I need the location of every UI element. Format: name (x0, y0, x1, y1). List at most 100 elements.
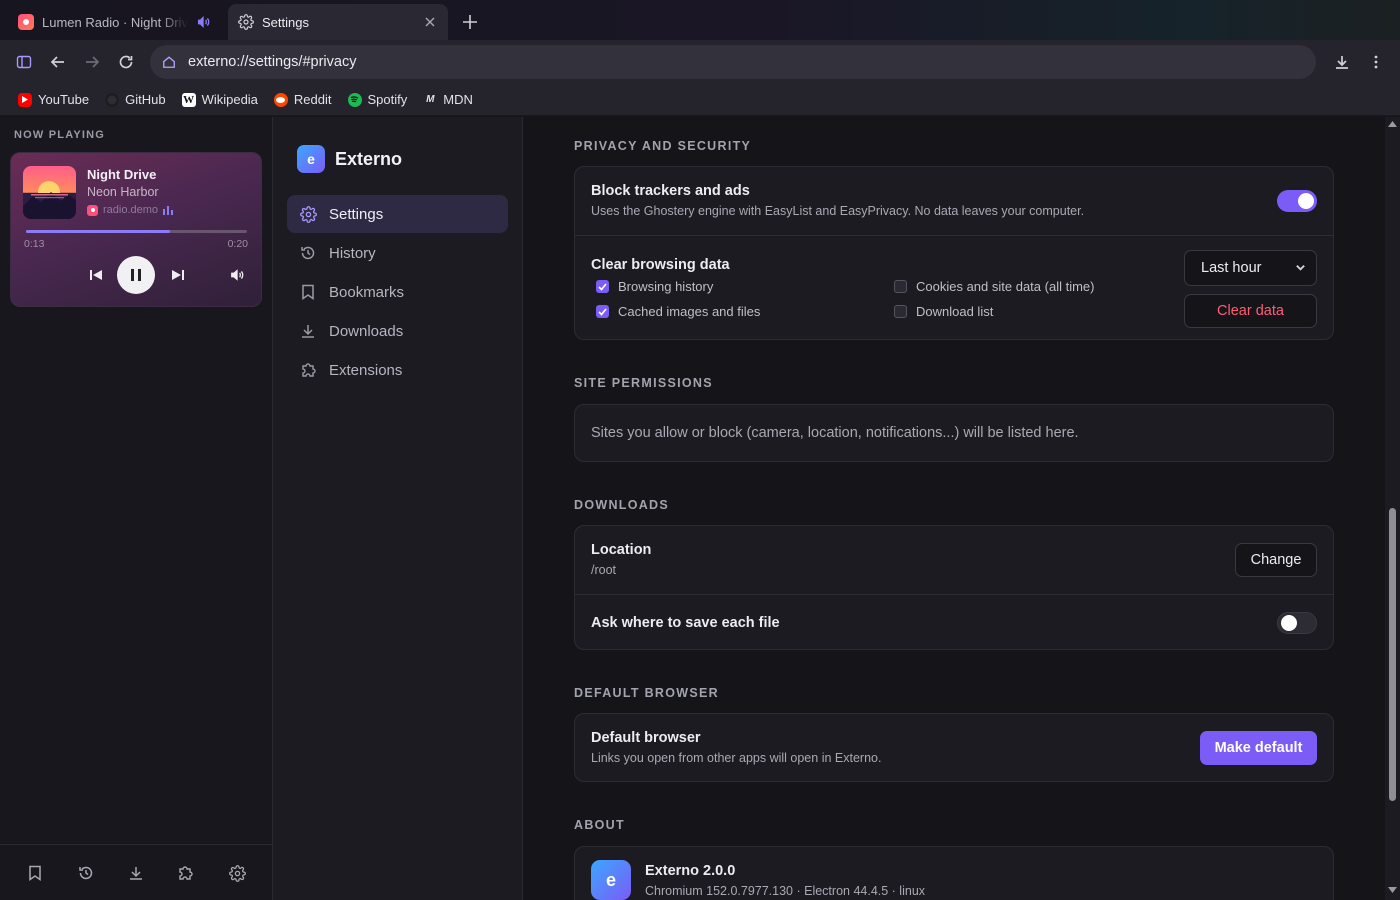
bookmark-reddit[interactable]: Reddit (273, 92, 332, 107)
address-bar[interactable]: externo://settings/#privacy (150, 45, 1316, 79)
scroll-down-icon[interactable] (1388, 887, 1397, 893)
nav-label: History (329, 244, 376, 262)
bookmark-label: Reddit (293, 92, 332, 107)
back-arrow-icon[interactable] (46, 50, 70, 74)
history-icon[interactable] (76, 863, 96, 883)
history-icon (299, 244, 317, 262)
location-row: Location /root Change (575, 526, 1333, 594)
media-player-card: Night Drive Neon Harbor radio.demo 0:13 … (10, 152, 262, 307)
download-icon[interactable] (126, 863, 146, 883)
bookmark-icon (299, 283, 317, 301)
tab-title: Lumen Radio · Night Drive (42, 14, 188, 30)
settings-content: PRIVACY AND SECURITY Block trackers and … (523, 117, 1385, 900)
bookmark-mdn[interactable]: M MDN (423, 92, 473, 107)
nav-label: Extensions (329, 361, 403, 379)
nav-item-downloads[interactable]: Downloads (287, 312, 508, 350)
album-art (23, 166, 76, 219)
volume-icon[interactable] (229, 267, 245, 283)
bookmark-label: GitHub (125, 92, 166, 107)
about-card: e Externo 2.0.0 Chromium 152.0.7977.130 … (574, 846, 1334, 900)
scrollbar-thumb[interactable] (1389, 508, 1396, 801)
section-title-site-permissions: SITE PERMISSIONS (574, 376, 713, 390)
next-track-icon[interactable] (170, 267, 186, 283)
tab-lumen-radio[interactable]: Lumen Radio · Night Drive (8, 4, 220, 40)
lumen-radio-icon (87, 204, 98, 216)
block-trackers-title: Block trackers and ads (591, 183, 750, 199)
nav-item-settings[interactable]: Settings (287, 195, 508, 233)
new-tab-button[interactable] (458, 10, 482, 34)
default-browser-card: Default browser Links you open from othe… (574, 713, 1334, 782)
sidebar-toggle-icon[interactable] (12, 50, 36, 74)
reload-icon[interactable] (114, 50, 138, 74)
externo-logo: e (591, 860, 631, 900)
side-panel-footer (0, 844, 272, 900)
checkbox-label: Download list (916, 304, 994, 319)
nav-item-history[interactable]: History (287, 234, 508, 272)
time-range-select[interactable]: Last hour (1184, 250, 1317, 286)
checkbox-browsing-history[interactable]: Browsing history (596, 279, 713, 294)
mdn-icon: M (426, 94, 435, 105)
change-location-button[interactable]: Change (1235, 543, 1317, 577)
now-playing-header: NOW PLAYING (14, 129, 106, 141)
puzzle-icon (299, 361, 317, 379)
source-label: radio.demo (103, 204, 159, 216)
section-title-privacy: PRIVACY AND SECURITY (574, 139, 752, 153)
side-panel: NOW PLAYING Night Drive Neon Harbor radi… (0, 117, 273, 900)
content-scrollbar[interactable] (1385, 117, 1400, 900)
check-icon (596, 280, 609, 293)
nav-item-bookmarks[interactable]: Bookmarks (287, 273, 508, 311)
tab-settings[interactable]: Settings (228, 4, 448, 40)
checkbox-download-list[interactable]: Download list (894, 304, 993, 319)
make-default-button[interactable]: Make default (1200, 731, 1317, 765)
bookmark-youtube[interactable]: YouTube (18, 92, 89, 107)
home-icon (162, 55, 176, 69)
ask-save-toggle[interactable] (1277, 612, 1317, 634)
location-path: /root (591, 563, 617, 577)
bookmark-wikipedia[interactable]: W Wikipedia (181, 92, 258, 107)
section-title-downloads: DOWNLOADS (574, 498, 670, 512)
bookmark-label: Wikipedia (201, 92, 258, 107)
close-icon[interactable] (422, 14, 438, 30)
bookmark-icon[interactable] (25, 863, 45, 883)
bookmark-spotify[interactable]: Spotify (347, 92, 407, 107)
scroll-up-icon[interactable] (1388, 121, 1397, 127)
speaker-icon[interactable] (196, 15, 210, 29)
bookmark-github[interactable]: GitHub (105, 92, 166, 107)
playback-progress[interactable] (26, 230, 247, 233)
checkbox-cached-images[interactable]: Cached images and files (596, 304, 760, 319)
clear-data-button[interactable]: Clear data (1184, 294, 1317, 328)
default-browser-description: Links you open from other apps will open… (591, 751, 882, 765)
location-title: Location (591, 542, 652, 558)
forward-arrow-icon[interactable] (80, 50, 104, 74)
menu-kebab-icon[interactable] (1364, 50, 1388, 74)
equalizer-icon (163, 205, 174, 215)
checkbox-cookies[interactable]: Cookies and site data (all time) (894, 279, 1094, 294)
about-app-name: Externo 2.0.0 (645, 863, 736, 879)
brand: e Externo (297, 145, 402, 173)
check-icon (596, 305, 609, 318)
track-artist: Neon Harbor (87, 185, 159, 199)
track-source: radio.demo (87, 204, 174, 216)
url-text[interactable]: externo://settings/#privacy (188, 54, 356, 70)
nav-item-extensions[interactable]: Extensions (287, 351, 508, 389)
chevron-down-icon (1295, 262, 1306, 273)
downloads-card: Location /root Change Ask where to save … (574, 525, 1334, 650)
checkbox-box (894, 305, 907, 318)
download-icon[interactable] (1330, 50, 1354, 74)
checkbox-box (894, 280, 907, 293)
gear-icon[interactable] (227, 863, 247, 883)
externo-logo: e (297, 145, 325, 173)
block-trackers-description: Uses the Ghostery engine with EasyList a… (591, 204, 1085, 218)
lumen-radio-icon (18, 14, 34, 30)
progress-fill (26, 230, 170, 233)
block-trackers-toggle[interactable] (1277, 190, 1317, 212)
previous-track-icon[interactable] (88, 267, 104, 283)
pause-button[interactable] (117, 256, 155, 294)
bookmark-label: YouTube (38, 92, 90, 107)
site-permissions-empty-text: Sites you allow or block (camera, locati… (591, 425, 1079, 441)
settings-nav-list: Settings History Bookmarks Downloads Ext… (287, 195, 508, 390)
about-version-line: Chromium 152.0.7977.130 · Electron 44.4.… (645, 884, 926, 898)
puzzle-icon[interactable] (175, 863, 195, 883)
nav-label: Bookmarks (329, 283, 405, 301)
section-title-about: ABOUT (574, 818, 625, 832)
